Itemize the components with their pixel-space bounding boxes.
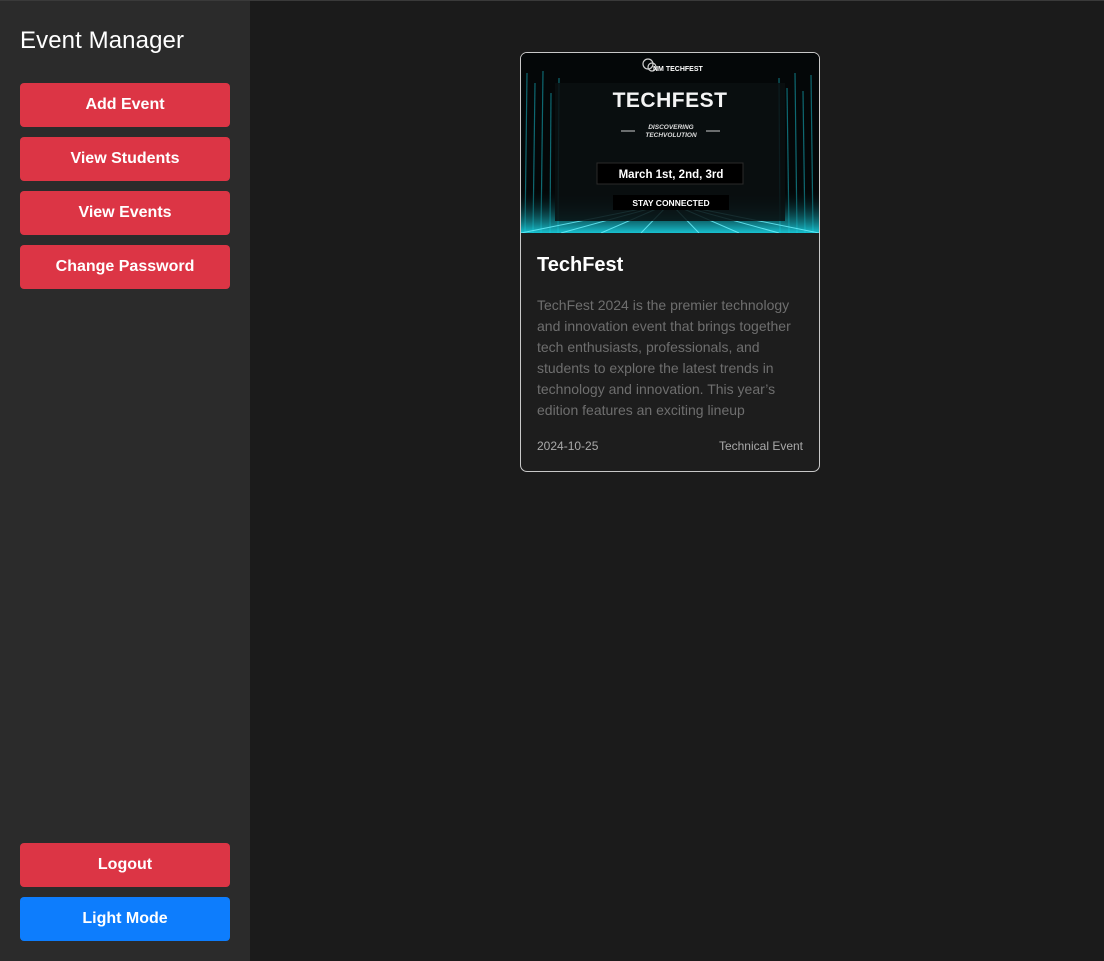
banner-tagline-line2: TECHVOLUTION: [645, 132, 697, 139]
event-category: Technical Event: [718, 439, 803, 453]
event-date: 2024-10-25: [537, 439, 599, 453]
banner-logo-text: NM TECHFEST: [653, 66, 704, 73]
event-banner-graphic: NM TECHFEST TECHFEST DISCOVERING TECHVOL…: [521, 53, 819, 233]
banner-cta: STAY CONNECTED: [632, 198, 709, 208]
banner-dates: March 1st, 2nd, 3rd: [619, 169, 724, 181]
logout-button[interactable]: Logout: [20, 843, 230, 887]
sidebar: Event Manager Add Event View Students Vi…: [0, 1, 250, 961]
view-students-button[interactable]: View Students: [20, 137, 230, 181]
main-content: NM TECHFEST TECHFEST DISCOVERING TECHVOL…: [250, 1, 1104, 961]
banner-headline: TECHFEST: [613, 89, 728, 112]
event-description: TechFest 2024 is the premier technology …: [537, 297, 791, 418]
event-title: TechFest: [537, 254, 624, 276]
banner-tagline-line1: DISCOVERING: [648, 124, 694, 131]
add-event-button[interactable]: Add Event: [20, 83, 230, 127]
app-title: Event Manager: [20, 27, 185, 54]
event-card-body: TechFest TechFest 2024 is the premier te…: [521, 254, 819, 453]
event-banner-image: NM TECHFEST TECHFEST DISCOVERING TECHVOL…: [521, 53, 819, 233]
light-mode-toggle[interactable]: Light Mode: [20, 897, 230, 941]
view-events-button[interactable]: View Events: [20, 191, 230, 235]
sidebar-footer: Logout Light Mode: [20, 843, 230, 951]
sidebar-nav: Add Event View Students View Events Chan…: [20, 83, 230, 299]
change-password-button[interactable]: Change Password: [20, 245, 230, 289]
event-meta: 2024-10-25 Technical Event: [537, 439, 803, 453]
app-window: Event Manager Add Event View Students Vi…: [0, 0, 1104, 961]
event-card[interactable]: NM TECHFEST TECHFEST DISCOVERING TECHVOL…: [520, 52, 820, 472]
